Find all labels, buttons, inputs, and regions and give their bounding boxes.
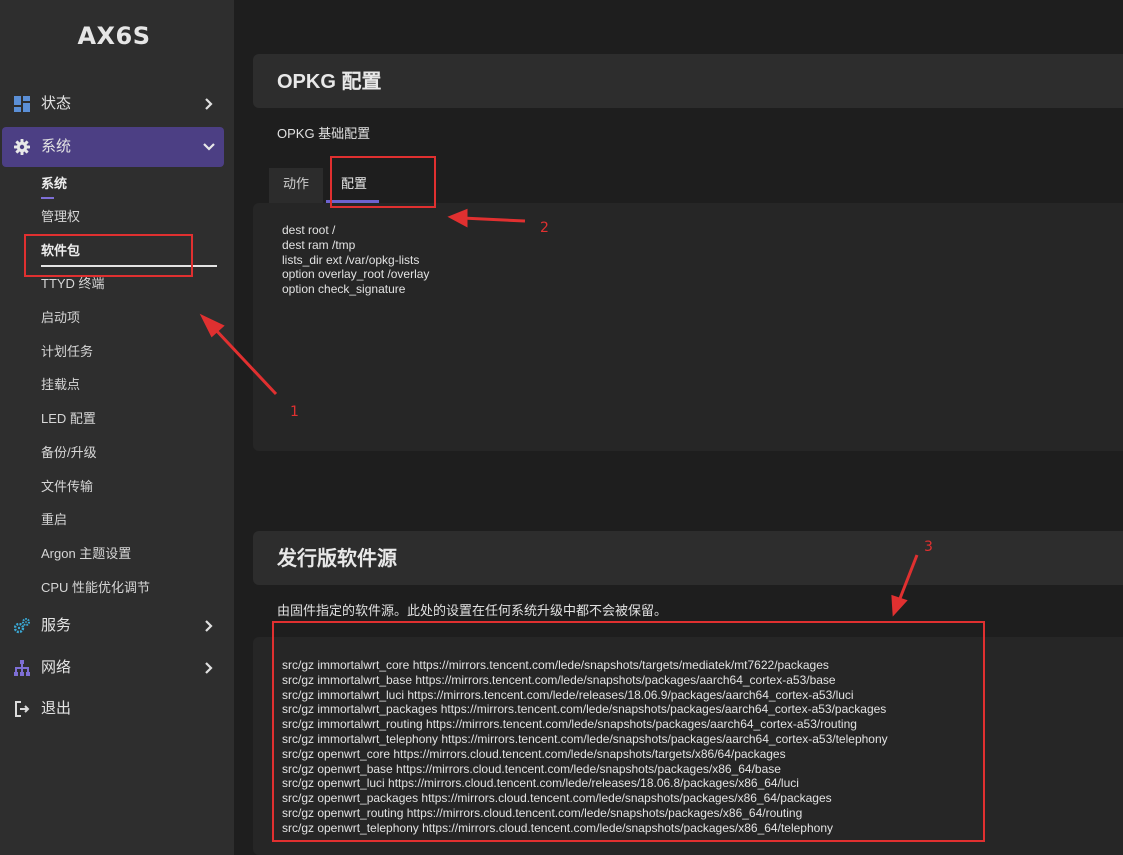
config-line: option check_signature <box>282 282 406 297</box>
annotation-label-2: 2 <box>540 220 549 236</box>
logout-icon <box>15 701 30 717</box>
submenu-item-backup[interactable]: 备份/升级 <box>41 445 97 461</box>
feed-line: src/gz openwrt_packages https://mirrors.… <box>282 791 832 806</box>
page-title: OPKG 配置 <box>277 71 382 93</box>
distfeeds-description: 由固件指定的软件源。此处的设置在任何系统升级中都不会被保留。 <box>277 603 668 618</box>
sidebar-item-system[interactable]: 系统 <box>2 127 224 167</box>
chevron-right-icon <box>205 662 213 674</box>
distfeeds-text: src/gz immortalwrt_core https://mirrors.… <box>282 658 888 836</box>
annotation-label-1: 1 <box>290 404 299 420</box>
submenu-item-file-transfer[interactable]: 文件传输 <box>41 479 93 495</box>
feed-line: src/gz openwrt_luci https://mirrors.clou… <box>282 776 799 791</box>
submenu-item-reboot[interactable]: 重启 <box>41 512 67 528</box>
feed-line: src/gz immortalwrt_base https://mirrors.… <box>282 672 836 687</box>
config-line: option overlay_root /overlay <box>282 267 430 282</box>
sidebar-item-label: 服务 <box>41 617 72 634</box>
sidebar-item-label: 退出 <box>41 700 72 717</box>
sidebar-item-label: 网络 <box>41 659 72 676</box>
sidebar-item-status[interactable]: 状态 <box>2 84 224 124</box>
submenu-item-argon-theme[interactable]: Argon 主题设置 <box>41 546 131 562</box>
config-line: dest root / <box>282 223 336 237</box>
feed-line: src/gz immortalwrt_luci https://mirrors.… <box>282 687 854 702</box>
feed-line: src/gz immortalwrt_routing https://mirro… <box>282 717 857 732</box>
submenu-item-crontab[interactable]: 计划任务 <box>41 344 93 360</box>
opkg-config-text: dest root / dest ram /tmp lists_dir ext … <box>282 223 429 297</box>
opkg-section-header: OPKG 配置 <box>253 54 1123 108</box>
config-line: lists_dir ext /var/opkg-lists <box>282 252 420 267</box>
annotation-label-3: 3 <box>924 539 933 555</box>
tab-actions[interactable]: 动作 <box>269 168 323 203</box>
sidebar-item-network[interactable]: 网络 <box>2 648 224 688</box>
sidebar-item-label: 系统 <box>41 138 72 155</box>
feed-line: src/gz openwrt_telephony https://mirrors… <box>282 820 833 835</box>
sidebar-item-logout[interactable]: 退出 <box>2 689 224 729</box>
dashboard-icon <box>14 96 30 112</box>
submenu-item-system[interactable]: 系统 <box>41 176 67 192</box>
section-title: 发行版软件源 <box>277 548 397 570</box>
distfeeds-section-header: 发行版软件源 <box>253 531 1123 585</box>
chevron-down-icon <box>203 143 215 151</box>
submenu-item-led[interactable]: LED 配置 <box>41 411 96 427</box>
submenu-item-admin[interactable]: 管理权 <box>41 209 80 225</box>
sidebar: AX6S 状态 系统 系统 管理权 软件包 TTYD 终端 启动项 计划任务 挂… <box>0 0 234 855</box>
feed-line: src/gz immortalwrt_core https://mirrors.… <box>282 658 829 672</box>
chevron-right-icon <box>205 620 213 632</box>
submenu-hover-underline <box>41 265 217 267</box>
sidebar-item-label: 状态 <box>41 95 72 112</box>
submenu-item-cpu-tuning[interactable]: CPU 性能优化调节 <box>41 580 150 596</box>
submenu-item-startup[interactable]: 启动项 <box>41 310 80 326</box>
brand-logo: AX6S <box>77 22 151 50</box>
chevron-right-icon <box>205 98 213 110</box>
annotation-arrowhead-3 <box>891 594 908 617</box>
tab-config[interactable]: 配置 <box>327 168 381 203</box>
config-line: dest ram /tmp <box>282 237 356 252</box>
feed-line: src/gz openwrt_routing https://mirrors.c… <box>282 805 803 820</box>
feed-line: src/gz openwrt_core https://mirrors.clou… <box>282 746 786 761</box>
submenu-item-mount-points[interactable]: 挂载点 <box>41 377 80 393</box>
submenu-active-indicator <box>41 197 54 199</box>
sidebar-item-services[interactable]: 服务 <box>2 606 224 646</box>
feed-line: src/gz immortalwrt_packages https://mirr… <box>282 702 887 717</box>
network-icon <box>14 660 30 676</box>
cogs-icon <box>14 618 30 634</box>
submenu-item-ttyd[interactable]: TTYD 终端 <box>41 276 105 292</box>
gear-icon <box>14 139 30 155</box>
feed-line: src/gz openwrt_base https://mirrors.clou… <box>282 761 781 776</box>
submenu-item-software[interactable]: 软件包 <box>41 243 80 259</box>
feed-line: src/gz immortalwrt_telephony https://mir… <box>282 731 888 746</box>
opkg-description: OPKG 基础配置 <box>277 126 371 141</box>
